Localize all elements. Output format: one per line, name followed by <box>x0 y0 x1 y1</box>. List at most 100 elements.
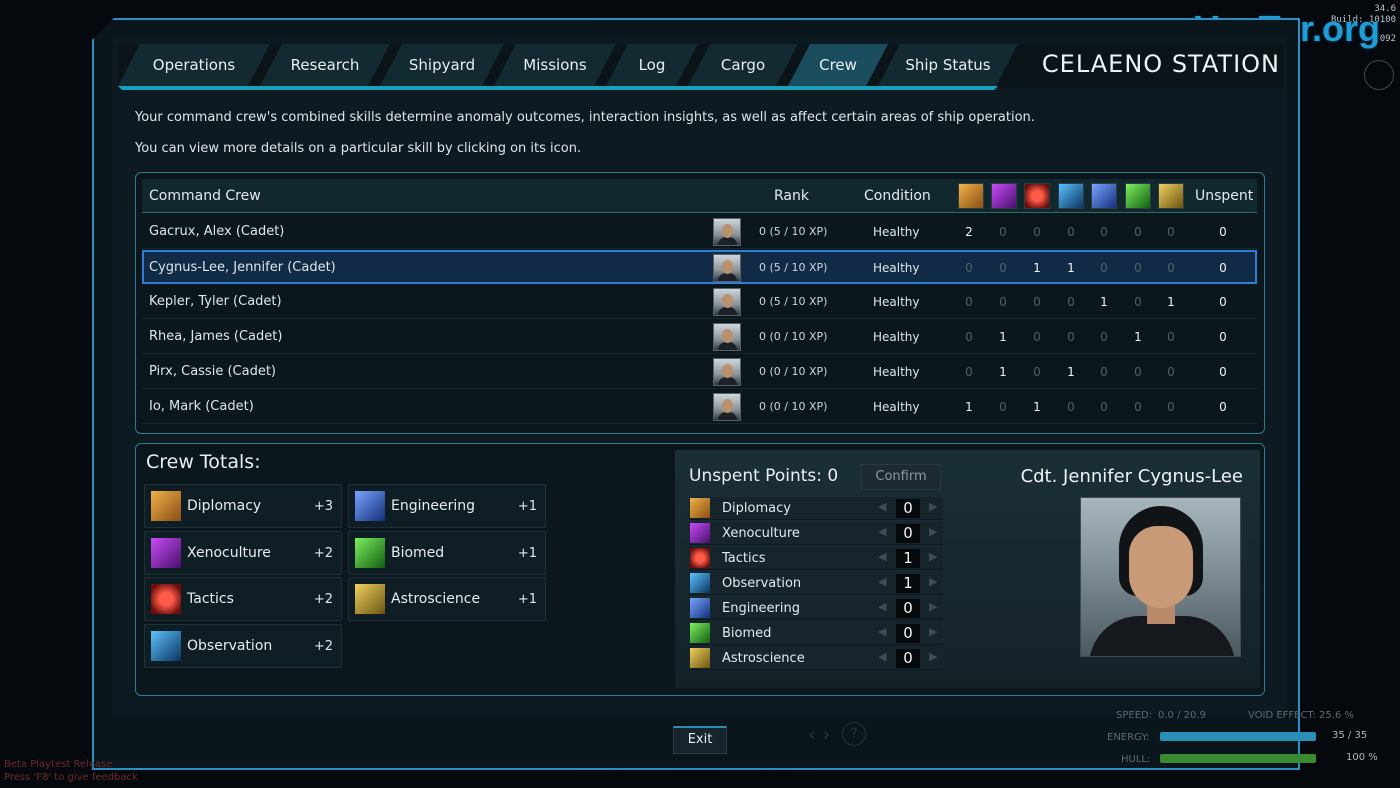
skill-name: Biomed <box>722 626 772 641</box>
skill-value: 1 <box>1067 261 1075 275</box>
hull-label: HULL: <box>1121 754 1151 765</box>
biomed-icon[interactable] <box>690 623 710 643</box>
crew-rank: 0 (5 / 10 XP) <box>759 225 828 238</box>
intro-line-1: Your command crew's combined skills dete… <box>135 110 1035 125</box>
tab-ship-status[interactable]: Ship Status <box>878 44 1018 86</box>
total-name: Tactics <box>187 591 234 607</box>
engineering-icon <box>355 491 385 521</box>
tab-missions[interactable]: Missions <box>494 44 616 86</box>
skill-value: 1 <box>999 365 1007 379</box>
skill-value: 1 <box>1067 365 1075 379</box>
decrease-arrow-icon[interactable]: ◀ <box>878 550 886 563</box>
increase-arrow-icon[interactable]: ▶ <box>929 525 937 538</box>
tactics-icon[interactable] <box>690 548 710 568</box>
decrease-arrow-icon[interactable]: ◀ <box>878 625 886 638</box>
skill-value: 0 <box>1167 330 1175 344</box>
tab-shipyard[interactable]: Shipyard <box>380 44 504 86</box>
table-row[interactable] <box>142 214 1257 249</box>
table-row[interactable] <box>142 284 1257 319</box>
increase-arrow-icon[interactable]: ▶ <box>929 575 937 588</box>
tab-log[interactable]: Log <box>606 44 698 86</box>
skill-value: 0 <box>965 330 973 344</box>
table-row[interactable] <box>142 354 1257 389</box>
tab-cargo[interactable]: Cargo <box>688 44 798 86</box>
decrease-arrow-icon[interactable]: ◀ <box>878 600 886 613</box>
crew-name: Kepler, Tyler (Cadet) <box>149 294 282 309</box>
total-value: +2 <box>313 592 333 607</box>
crew-portrait <box>713 323 741 351</box>
crew-condition: Healthy <box>873 365 920 379</box>
skill-value: 1 <box>999 330 1007 344</box>
skill-value: 0 <box>965 261 973 275</box>
skill-points-value: 0 <box>896 499 920 518</box>
decrease-arrow-icon[interactable]: ◀ <box>878 575 886 588</box>
decrease-arrow-icon[interactable]: ◀ <box>878 500 886 513</box>
crew-condition: Healthy <box>873 295 920 309</box>
tab-crew[interactable]: Crew <box>788 44 888 86</box>
skill-value: 1 <box>1033 400 1041 414</box>
total-value: +1 <box>517 546 537 561</box>
observation-icon[interactable] <box>690 573 710 593</box>
total-tactics[interactable]: Tactics +2 <box>144 577 342 621</box>
skill-name: Engineering <box>722 601 800 616</box>
hull-bar-fill <box>1160 754 1316 763</box>
crew-totals-title: Crew Totals: <box>146 451 261 473</box>
total-observation[interactable]: Observation +2 <box>144 624 342 668</box>
skill-value: 0 <box>965 365 973 379</box>
increase-arrow-icon[interactable]: ▶ <box>929 600 937 613</box>
intro-line-2: You can view more details on a particula… <box>135 141 582 156</box>
total-biomed[interactable]: Biomed +1 <box>348 531 546 575</box>
total-name: Astroscience <box>391 591 481 607</box>
exit-button[interactable]: Exit <box>673 726 727 754</box>
engineering-icon[interactable] <box>690 598 710 618</box>
observation-icon[interactable] <box>1058 183 1084 209</box>
skill-value: 0 <box>1100 261 1108 275</box>
tab-operations[interactable]: Operations <box>118 44 270 86</box>
skill-name: Astroscience <box>722 651 805 666</box>
xenoculture-icon[interactable] <box>991 183 1017 209</box>
astroscience-icon[interactable] <box>1158 183 1184 209</box>
hull-value: 100 % <box>1346 752 1378 763</box>
total-engineering[interactable]: Engineering +1 <box>348 484 546 528</box>
officer-portrait <box>1080 497 1241 657</box>
decrease-arrow-icon[interactable]: ◀ <box>878 525 886 538</box>
biomed-icon[interactable] <box>1125 183 1151 209</box>
engineering-icon[interactable] <box>1091 183 1117 209</box>
increase-arrow-icon[interactable]: ▶ <box>929 625 937 638</box>
crew-condition: Healthy <box>873 330 920 344</box>
crew-name: Cygnus-Lee, Jennifer (Cadet) <box>149 260 336 275</box>
xenoculture-icon[interactable] <box>690 523 710 543</box>
increase-arrow-icon[interactable]: ▶ <box>929 550 937 563</box>
total-name: Diplomacy <box>187 498 262 514</box>
beta-notice: Beta Playtest Release <box>4 759 113 770</box>
diplomacy-icon[interactable] <box>690 498 710 518</box>
energy-value: 35 / 35 <box>1332 730 1368 741</box>
crew-rank: 0 (0 / 10 XP) <box>759 400 828 413</box>
unspent-points-label: Unspent Points: 0 <box>689 466 839 486</box>
diplomacy-icon[interactable] <box>958 183 984 209</box>
total-diplomacy[interactable]: Diplomacy +3 <box>144 484 342 528</box>
ship-icon[interactable] <box>1364 60 1394 90</box>
skill-name: Tactics <box>722 551 766 566</box>
total-astroscience[interactable]: Astroscience +1 <box>348 577 546 621</box>
skill-value: 0 <box>1100 330 1108 344</box>
astroscience-icon[interactable] <box>690 648 710 668</box>
total-xenoculture[interactable]: Xenoculture +2 <box>144 531 342 575</box>
skill-value: 0 <box>1067 295 1075 309</box>
crew-condition: Healthy <box>873 400 920 414</box>
crew-rank: 0 (0 / 10 XP) <box>759 365 828 378</box>
tactics-icon[interactable] <box>1024 183 1050 209</box>
skill-name: Xenoculture <box>722 526 800 541</box>
decrease-arrow-icon[interactable]: ◀ <box>878 650 886 663</box>
confirm-button[interactable]: Confirm <box>861 464 941 490</box>
tab-list: Operations Research Shipyard Missions Lo… <box>118 44 1008 88</box>
increase-arrow-icon[interactable]: ▶ <box>929 500 937 513</box>
crew-table-header <box>142 179 1257 213</box>
table-row[interactable] <box>142 389 1257 424</box>
crew-name: Gacrux, Alex (Cadet) <box>149 224 285 239</box>
table-row[interactable] <box>142 319 1257 354</box>
tab-research[interactable]: Research <box>260 44 390 86</box>
increase-arrow-icon[interactable]: ▶ <box>929 650 937 663</box>
crew-rank: 0 (5 / 10 XP) <box>759 295 828 308</box>
skill-value: 0 <box>1033 330 1041 344</box>
